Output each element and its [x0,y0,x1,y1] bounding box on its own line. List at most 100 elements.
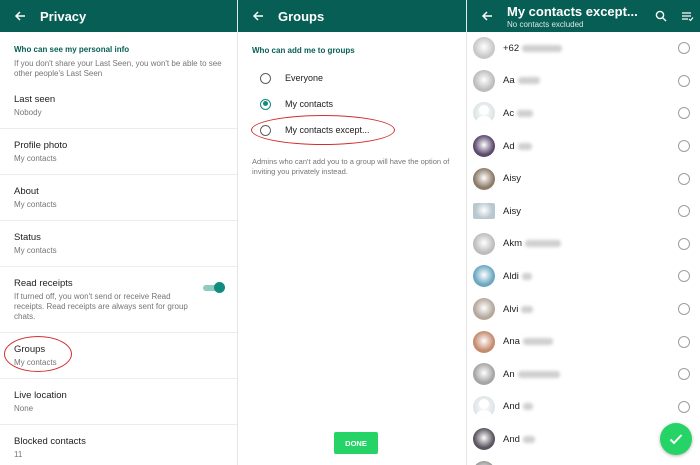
privacy-item-about[interactable]: About My contacts [0,179,237,216]
page-title: Privacy [40,8,87,24]
contact-row[interactable]: +62 [467,32,700,65]
item-value: My contacts [14,358,57,367]
contact-name: Alvi [503,303,534,315]
page-title: Groups [278,8,325,24]
contact-name-text: Aisy [503,205,521,217]
contact-checkbox[interactable] [678,205,690,218]
done-button[interactable]: DONE [334,432,378,454]
option-everyone[interactable]: Everyone [238,65,466,91]
item-label: Read receipts [14,278,73,289]
contact-row[interactable]: Ac [467,97,700,130]
contact-checkbox[interactable] [678,400,690,413]
item-value: Nobody [14,108,42,117]
contact-checkbox[interactable] [678,335,690,348]
redacted-text [517,370,560,378]
redacted-text [521,272,532,280]
item-label: Profile photo [14,140,68,151]
confirm-fab-button[interactable] [660,423,692,455]
contact-avatar [473,69,495,92]
avatar-placeholder-head [479,398,489,409]
back-arrow-icon[interactable] [467,0,507,32]
divider [0,332,237,333]
contact-name: And [503,401,533,412]
redacted-text [522,338,553,346]
divider [0,128,237,129]
item-value: My contacts [14,154,57,163]
privacy-item-status[interactable]: Status My contacts [0,225,237,262]
contact-row[interactable]: Aisy [467,162,700,195]
item-label: Blocked contacts [14,436,86,447]
privacy-panel: Privacy Who can see my personal info If … [0,0,237,465]
redacted-text [522,435,535,443]
contact-name-text: Aisy [503,173,521,185]
option-label: My contacts except... [285,125,370,135]
contact-avatar [473,298,495,321]
contact-name-text: Ac [503,107,515,119]
contact-checkbox[interactable] [678,107,690,120]
back-arrow-icon[interactable] [0,0,40,32]
contact-row[interactable]: Aldi [467,260,700,293]
contact-name: Akm [503,238,561,249]
appbar-actions [648,0,700,32]
contact-checkbox[interactable] [678,303,690,316]
item-value: My contacts [14,246,57,255]
contact-checkbox[interactable] [678,172,690,185]
contact-row[interactable]: Ana [467,325,700,358]
groups-note: Admins who can't add you to a group will… [252,157,450,176]
contact-row[interactable]: And [467,391,700,424]
privacy-item-last-seen[interactable]: Last seen Nobody [0,87,237,124]
contact-checkbox[interactable] [678,270,690,283]
redacted-text [521,305,534,313]
contact-checkbox[interactable] [678,368,690,381]
privacy-item-read-receipts[interactable]: Read receipts If turned off, you won't s… [0,271,237,328]
contact-name: Ad [503,141,532,152]
contact-avatar [473,395,495,418]
select-all-icon[interactable] [674,0,700,32]
contact-checkbox[interactable] [678,140,690,153]
contact-avatar [473,330,495,353]
option-my-contacts[interactable]: My contacts [238,91,466,117]
contact-row[interactable]: Aisy [467,195,700,228]
contact-checkbox[interactable] [678,42,690,55]
search-icon[interactable] [648,0,674,32]
redacted-text [522,403,533,411]
contact-row[interactable]: Aa [467,65,700,98]
page-subtitle: No contacts excluded [507,20,584,29]
contact-avatar [473,232,495,255]
item-value: 11 [14,450,23,459]
privacy-item-profile-photo[interactable]: Profile photo My contacts [0,133,237,170]
redacted-text [517,109,534,117]
privacy-item-groups[interactable]: Groups My contacts [0,336,237,374]
contact-name: An [503,369,560,380]
avatar-placeholder-body [476,409,492,418]
toggle-thumb [214,282,225,293]
contact-row[interactable]: Alvi [467,293,700,326]
contact-avatar [473,135,495,158]
radio-button-selected[interactable] [260,98,271,110]
read-receipts-toggle[interactable] [203,282,225,293]
contact-row[interactable] [467,456,700,465]
contact-row[interactable]: Akm [467,228,700,261]
contact-checkbox[interactable] [678,74,690,87]
contact-checkbox[interactable] [678,237,690,250]
contact-avatar [473,265,495,288]
back-arrow-icon[interactable] [238,0,278,32]
contact-name-text: Alvi [503,303,519,315]
contact-avatar [473,102,495,125]
radio-button[interactable] [260,72,271,84]
contact-name: Aa [503,75,540,86]
privacy-item-blocked-contacts[interactable]: Blocked contacts 11 [0,429,237,465]
option-my-contacts-except[interactable]: My contacts except... [238,115,466,145]
contact-name-text: Ad [503,140,515,152]
contact-name: Aisy [503,206,521,217]
contact-row[interactable]: Ad [467,130,700,163]
radio-button[interactable] [260,124,271,136]
contact-name: Aisy [503,173,521,184]
item-label: Status [14,232,41,243]
contact-avatar [473,428,495,451]
divider [0,378,237,379]
item-description: If turned off, you won't send or receive… [14,292,188,321]
privacy-item-live-location[interactable]: Live location None [0,383,237,420]
contact-name-text: Aa [503,75,515,87]
contact-row[interactable]: An [467,358,700,391]
